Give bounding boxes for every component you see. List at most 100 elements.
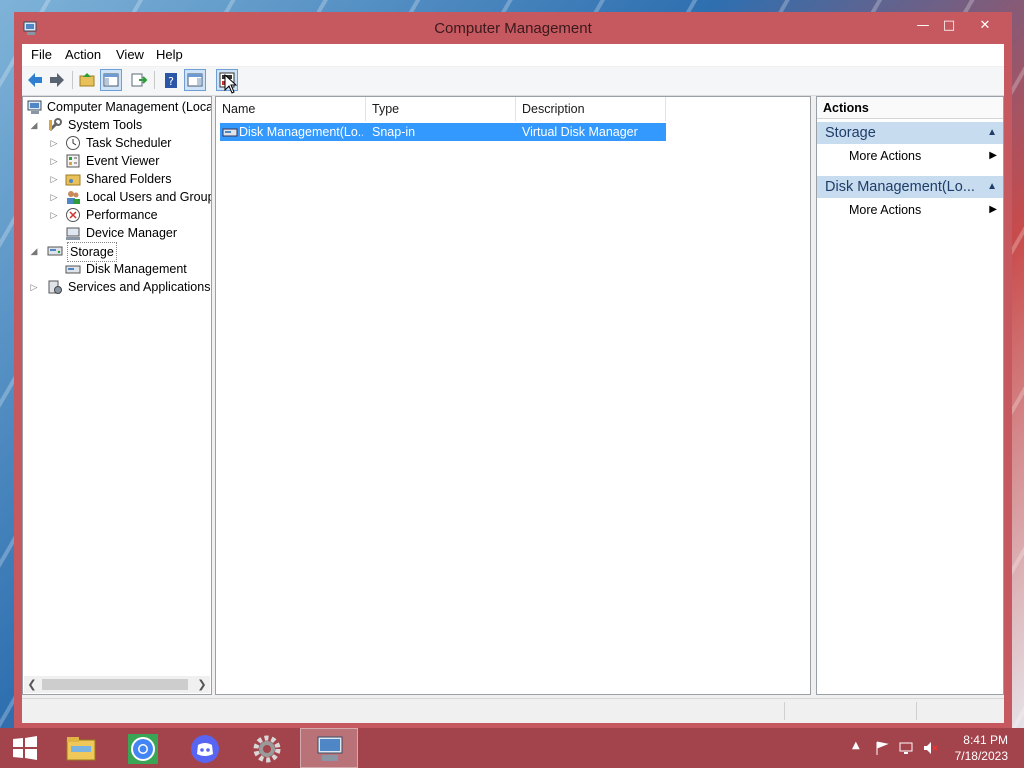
tree-label-root: Computer Management (Local (47, 100, 212, 114)
computer-management-icon (317, 736, 343, 761)
forward-button[interactable] (46, 69, 68, 91)
scroll-left-icon[interactable]: ❮ (24, 676, 40, 693)
settings-taskbar-button[interactable] (238, 728, 296, 768)
column-header-description[interactable]: Description (516, 97, 666, 121)
back-arrow-icon (28, 73, 42, 87)
collapse-caret-icon[interactable]: ▲ (987, 176, 997, 198)
results-list: Name Type Description Disk Management(Lo… (215, 96, 811, 695)
network-icon[interactable] (898, 740, 914, 756)
help-button[interactable]: ? (160, 69, 182, 91)
expand-arrow-icon[interactable]: ▷ (49, 152, 59, 170)
system-tray: ▲ (850, 728, 950, 768)
back-button[interactable] (24, 69, 46, 91)
event-viewer-icon (66, 154, 80, 168)
toolbar-separator (72, 71, 73, 89)
start-button[interactable] (0, 728, 50, 768)
computer-management-icon (27, 100, 42, 114)
forward-arrow-icon (50, 73, 64, 87)
file-explorer-icon (66, 737, 96, 761)
help-icon: ? (165, 73, 177, 88)
tree-label-storage: Storage (67, 242, 117, 262)
list-cell-name: Disk Management(Lo... (239, 125, 363, 139)
menu-bar: File Action View Help (22, 44, 1004, 66)
show-hide-console-tree-button[interactable] (100, 69, 122, 91)
collapse-arrow-icon[interactable]: ◢ (29, 242, 39, 260)
tree-label-device-manager: Device Manager (86, 226, 178, 240)
action-item-label: More Actions (849, 149, 922, 163)
expand-arrow-icon[interactable]: ▷ (49, 170, 59, 188)
action-group-storage[interactable]: Storage ▲ (817, 122, 1003, 144)
menu-file[interactable]: File (31, 47, 52, 62)
more-actions-disk-management[interactable]: More Actions ▶ (817, 200, 1003, 220)
submenu-arrow-icon: ▶ (989, 204, 997, 215)
chrome-icon (128, 734, 158, 764)
status-divider (784, 702, 785, 720)
window-title: Computer Management (434, 20, 592, 37)
expand-arrow-icon[interactable]: ▷ (49, 188, 59, 206)
performance-icon (66, 208, 80, 222)
list-cell-type: Snap-in (372, 125, 416, 139)
svg-text:?: ? (168, 75, 174, 88)
show-hide-action-pane-button[interactable] (184, 69, 206, 91)
file-explorer-taskbar-button[interactable] (52, 728, 110, 768)
export-list-icon (131, 73, 148, 87)
tree-label-event-viewer: Event Viewer (86, 154, 160, 168)
action-center-flag-icon[interactable] (874, 740, 890, 756)
collapse-caret-icon[interactable]: ▲ (987, 122, 997, 144)
menu-view[interactable]: View (116, 47, 144, 62)
toolbar: ? (22, 67, 1004, 96)
tree-label-local-users-and-groups: Local Users and Groups (86, 190, 212, 204)
title-bar[interactable]: Computer Management — □ ✕ (14, 12, 1012, 44)
storage-icon (47, 246, 63, 256)
discord-taskbar-button[interactable] (176, 728, 234, 768)
expand-arrow-icon[interactable]: ▷ (29, 278, 39, 296)
submenu-arrow-icon: ▶ (989, 150, 997, 161)
toolbar-separator (154, 71, 155, 89)
up-folder-icon (79, 73, 95, 87)
action-group-title: Disk Management(Lo... (825, 179, 975, 195)
action-item-label: More Actions (849, 203, 922, 217)
export-list-button[interactable] (128, 69, 150, 91)
close-button[interactable]: ✕ (970, 16, 1000, 36)
volume-muted-icon[interactable] (922, 740, 938, 756)
list-cell-description: Virtual Disk Manager (522, 125, 638, 139)
list-item-disk-management[interactable]: Disk Management(Lo... Snap-in Virtual Di… (220, 123, 666, 141)
clock-icon (66, 136, 80, 150)
computer-management-taskbar-button[interactable] (300, 728, 358, 768)
tools-icon (48, 118, 62, 132)
taskbar-clock[interactable]: 8:41 PM 7/18/2023 (955, 732, 1008, 764)
expand-arrow-icon[interactable]: ▷ (49, 206, 59, 224)
expand-arrow-icon[interactable]: ▷ (49, 134, 59, 152)
action-pane-icon (187, 73, 203, 87)
show-hidden-icons-icon[interactable]: ▲ (852, 740, 860, 751)
tree-label-services-and-applications: Services and Applications (68, 280, 211, 294)
device-manager-icon (66, 227, 80, 240)
maximize-button[interactable]: □ (934, 16, 964, 36)
users-icon (67, 191, 80, 204)
collapse-arrow-icon[interactable]: ◢ (29, 116, 39, 134)
tree-label-system-tools: System Tools (68, 118, 143, 132)
menu-help[interactable]: Help (156, 47, 183, 62)
scroll-thumb[interactable] (42, 679, 188, 690)
column-header-name[interactable]: Name (216, 97, 366, 121)
status-divider (916, 702, 917, 720)
chrome-taskbar-button[interactable] (114, 728, 172, 768)
clock-time: 8:41 PM (963, 733, 1008, 747)
services-icon (48, 280, 62, 294)
mouse-cursor-icon (224, 74, 238, 94)
status-bar (22, 698, 1004, 723)
more-actions-storage[interactable]: More Actions ▶ (817, 146, 1003, 166)
window-client-area: File Action View Help ? Computer Managem… (22, 44, 1004, 723)
action-group-disk-management[interactable]: Disk Management(Lo... ▲ (817, 176, 1003, 198)
console-tree-icon (103, 73, 119, 87)
action-group-title: Storage (825, 125, 876, 141)
taskbar: ▲ 8:41 PM 7/18/2023 (0, 728, 1024, 768)
shared-folder-icon (65, 174, 81, 186)
menu-action[interactable]: Action (65, 47, 101, 62)
column-header-type[interactable]: Type (366, 97, 516, 121)
tree-horizontal-scrollbar[interactable]: ❮ ❯ (24, 676, 210, 693)
up-folder-button[interactable] (76, 69, 98, 91)
console-tree: Computer Management (Local ◢ System Tool… (22, 96, 212, 695)
actions-pane: Actions Storage ▲ More Actions ▶ Disk Ma… (816, 96, 1004, 695)
scroll-right-icon[interactable]: ❯ (194, 676, 210, 693)
